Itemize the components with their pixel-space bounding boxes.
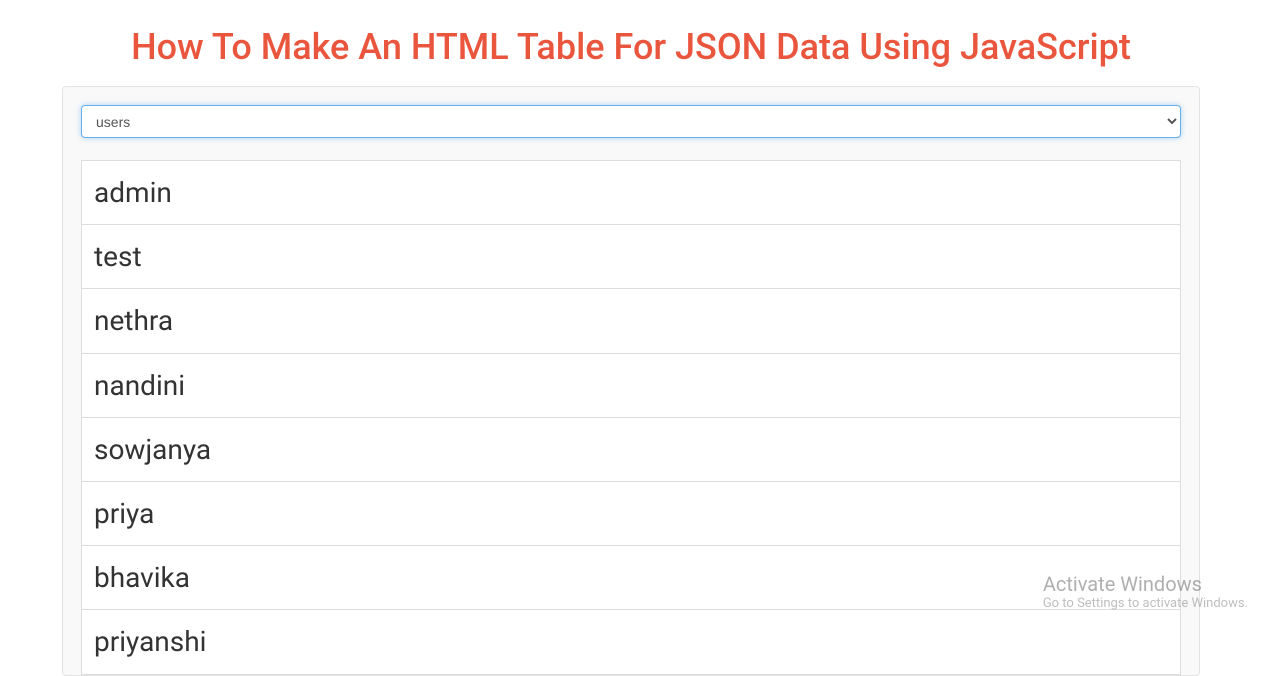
table-row: sowjanya (82, 417, 1181, 481)
table-row: admin (82, 161, 1181, 225)
table-cell: sowjanya (82, 417, 1181, 481)
table-cell: priya (82, 481, 1181, 545)
data-table: admin test nethra nandini sowjanya priya… (81, 160, 1181, 675)
table-row: priyanshi (82, 610, 1181, 674)
table-row: priya (82, 481, 1181, 545)
table-cell: admin (82, 161, 1181, 225)
table-cell: bhavika (82, 546, 1181, 610)
table-row: nethra (82, 289, 1181, 353)
page-title: How To Make An HTML Table For JSON Data … (0, 0, 1262, 86)
main-panel: users admin test nethra nandini sowjanya… (62, 86, 1200, 676)
table-row: bhavika (82, 546, 1181, 610)
data-select[interactable]: users (81, 105, 1181, 138)
table-row: nandini (82, 353, 1181, 417)
table-cell: nandini (82, 353, 1181, 417)
table-cell: nethra (82, 289, 1181, 353)
select-container: users (81, 105, 1181, 138)
table-cell: test (82, 225, 1181, 289)
table-row: test (82, 225, 1181, 289)
table-cell: priyanshi (82, 610, 1181, 674)
